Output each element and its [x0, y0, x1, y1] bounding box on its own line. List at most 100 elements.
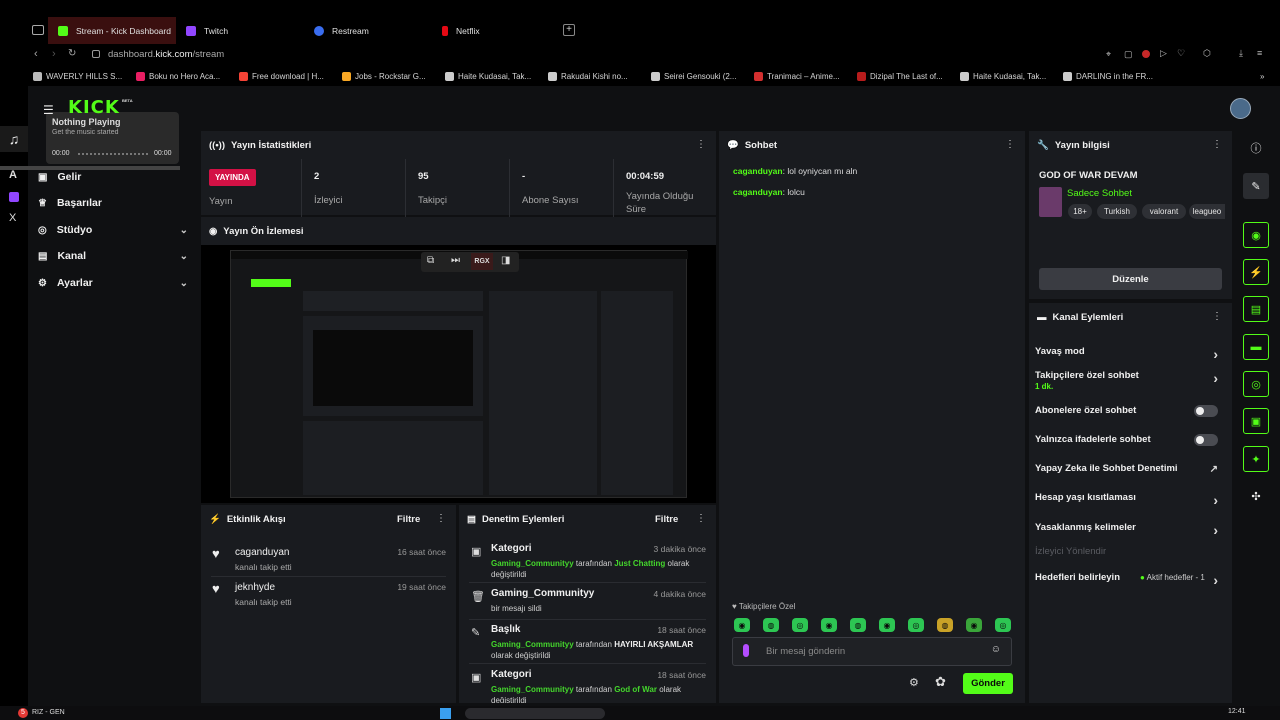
reload-icon[interactable]: ↻: [68, 48, 76, 59]
aria-icon[interactable]: A: [9, 169, 17, 181]
more-options-icon[interactable]: ⋮: [1005, 139, 1015, 150]
moderation-toggle-icon[interactable]: ▣: [1243, 408, 1269, 434]
more-options-icon[interactable]: ⋮: [436, 513, 446, 524]
emote-icon[interactable]: ◍: [763, 618, 779, 632]
subscribers-only-toggle[interactable]: [1194, 405, 1218, 417]
nav-item-basarilar[interactable]: ♕ Başarılar: [38, 192, 188, 214]
screenshot-icon[interactable]: ▢: [1124, 49, 1133, 60]
broadcast-toggle-icon[interactable]: ◎: [1243, 371, 1269, 397]
more-options-icon[interactable]: ⋮: [1212, 139, 1222, 150]
mod-actor[interactable]: Gaming_Communityy: [491, 685, 574, 694]
action-goals[interactable]: Hedefleri belirleyin ● Aktif hedefler - …: [1035, 572, 1224, 600]
emote-icon[interactable]: ◉: [966, 618, 982, 632]
play-icon[interactable]: ▷: [1160, 48, 1167, 59]
emote-icon[interactable]: ◎: [995, 618, 1011, 632]
more-options-icon[interactable]: ⋮: [1212, 311, 1222, 322]
nav-item-ayarlar[interactable]: ⚙ Ayarlar ⌄: [38, 272, 188, 294]
pip-icon[interactable]: ◨: [501, 255, 510, 266]
bookmark-item[interactable]: Free download | H...: [239, 66, 324, 86]
action-followers-only[interactable]: Takipçilere özel sohbet 1 dk. ›: [1035, 370, 1224, 398]
chat-toggle-icon[interactable]: ▬: [1243, 334, 1269, 360]
x-icon[interactable]: X: [9, 212, 16, 224]
emote-icon[interactable]: ◍: [850, 618, 866, 632]
nav-item-studyo[interactable]: ◎ Stüdyo ⌄: [38, 219, 188, 241]
emote-icon[interactable]: ◎: [908, 618, 924, 632]
emote-icon[interactable]: ◍: [937, 618, 953, 632]
music-icon[interactable]: ♫: [0, 126, 28, 152]
emote-picker-icon[interactable]: ✿: [935, 674, 946, 690]
chat-input[interactable]: Bir mesaj gönderin ☺: [732, 637, 1012, 666]
more-options-icon[interactable]: ⋮: [696, 139, 706, 150]
music-progress[interactable]: [78, 153, 148, 155]
send-button[interactable]: Gönder: [963, 673, 1013, 694]
pin-icon[interactable]: ⌖: [1106, 49, 1111, 60]
tag-chip[interactable]: 18+: [1068, 204, 1092, 219]
heart-icon[interactable]: ♡: [1177, 48, 1185, 59]
new-tab-button[interactable]: +: [563, 24, 575, 36]
skip-icon[interactable]: ⏭: [451, 255, 460, 266]
tab-twitch[interactable]: Twitch: [176, 17, 304, 44]
bookmarks-overflow-icon[interactable]: »: [1260, 66, 1264, 86]
menu-icon[interactable]: ≡: [1257, 48, 1262, 58]
emotes-only-toggle[interactable]: [1194, 434, 1218, 446]
preview-toggle-icon[interactable]: ◉: [1243, 222, 1269, 248]
emoji-icon[interactable]: ☺: [991, 644, 1001, 655]
chat-username[interactable]: caganduyan: [733, 187, 783, 197]
gear-icon[interactable]: ⚙: [909, 676, 919, 689]
bookmark-item[interactable]: Seirei Gensouki (2...: [651, 66, 736, 86]
url-field[interactable]: dashboard.kick.com/stream: [108, 49, 224, 60]
tag-chip[interactable]: Turkish: [1097, 204, 1137, 219]
tab-kick-dashboard[interactable]: Stream - Kick Dashboard: [48, 17, 176, 44]
tab-restream[interactable]: Restream: [304, 17, 432, 44]
tab-netflix[interactable]: Netflix: [432, 17, 560, 44]
twitch-sidebar-icon[interactable]: [9, 192, 19, 202]
more-options-icon[interactable]: ⋮: [696, 513, 706, 524]
emote-icon[interactable]: ◉: [879, 618, 895, 632]
bookmark-item[interactable]: Rakudai Kishi no...: [548, 66, 628, 86]
extensions-icon[interactable]: ⬡: [1203, 48, 1211, 59]
tag-chip[interactable]: valorant: [1142, 204, 1186, 219]
popout-icon[interactable]: ⧉: [427, 255, 434, 266]
edit-button[interactable]: Düzenle: [1039, 268, 1222, 290]
filter-button[interactable]: Filtre: [397, 514, 420, 525]
bookmark-item[interactable]: Haite Kudasai, Tak...: [960, 66, 1046, 86]
notes-toggle-icon[interactable]: ▤: [1243, 296, 1269, 322]
bookmark-item[interactable]: Tranimaci – Anime...: [754, 66, 840, 86]
emote-icon[interactable]: ◎: [792, 618, 808, 632]
nav-item-gelir[interactable]: ▣ Gelir: [38, 166, 188, 188]
record-icon[interactable]: [1142, 50, 1150, 58]
download-icon[interactable]: ⤓: [1239, 48, 1243, 59]
nav-item-kanal[interactable]: ▤ Kanal ⌄: [38, 245, 188, 267]
bookmark-item[interactable]: WAVERLY HILLS S...: [33, 66, 122, 86]
action-account-age[interactable]: Hesap yaşı kısıtlaması ›: [1035, 492, 1224, 520]
kick-logo[interactable]: KICK: [68, 97, 120, 118]
category-link[interactable]: Sadece Sohbet: [1067, 188, 1132, 199]
widgets-icon[interactable]: ✣: [1243, 483, 1269, 509]
bookmark-item[interactable]: Boku no Hero Aca...: [136, 66, 220, 86]
feed-user[interactable]: jeknhyde: [235, 582, 275, 593]
edit-icon[interactable]: ✎: [1243, 173, 1269, 199]
filter-button[interactable]: Filtre: [655, 514, 678, 525]
bookmark-item[interactable]: DARLING in the FR...: [1063, 66, 1153, 86]
wrench-toggle-icon[interactable]: ✦: [1243, 446, 1269, 472]
hamburger-icon[interactable]: ☰: [43, 103, 54, 117]
mic-icon[interactable]: [743, 644, 749, 657]
action-ai-moderation[interactable]: Yapay Zeka ile Sohbet Denetimi ↗: [1035, 463, 1224, 491]
forward-icon[interactable]: ›: [52, 48, 56, 60]
avatar[interactable]: [1230, 98, 1251, 119]
bookmark-item[interactable]: Haite Kudasai, Tak...: [445, 66, 531, 86]
info-icon[interactable]: ⓘ: [1243, 135, 1269, 161]
taskbar-search[interactable]: [465, 708, 605, 719]
chat-username[interactable]: caganduyan: [733, 166, 783, 176]
back-icon[interactable]: ‹: [34, 48, 38, 60]
lightning-toggle-icon[interactable]: ⚡: [1243, 259, 1269, 285]
bookmark-item[interactable]: Jobs - Rockstar G...: [342, 66, 426, 86]
feed-user[interactable]: caganduyan: [235, 547, 290, 558]
emote-icon[interactable]: ◉: [821, 618, 837, 632]
tab-overview-icon[interactable]: [32, 25, 44, 35]
tag-chip[interactable]: leagueo: [1189, 204, 1225, 219]
video-preview[interactable]: ⧉ ⏭ RGX ◨: [201, 245, 716, 503]
rgx-button[interactable]: RGX: [471, 253, 493, 270]
start-icon[interactable]: [440, 708, 451, 719]
mod-actor[interactable]: Gaming_Communityy: [491, 559, 574, 568]
